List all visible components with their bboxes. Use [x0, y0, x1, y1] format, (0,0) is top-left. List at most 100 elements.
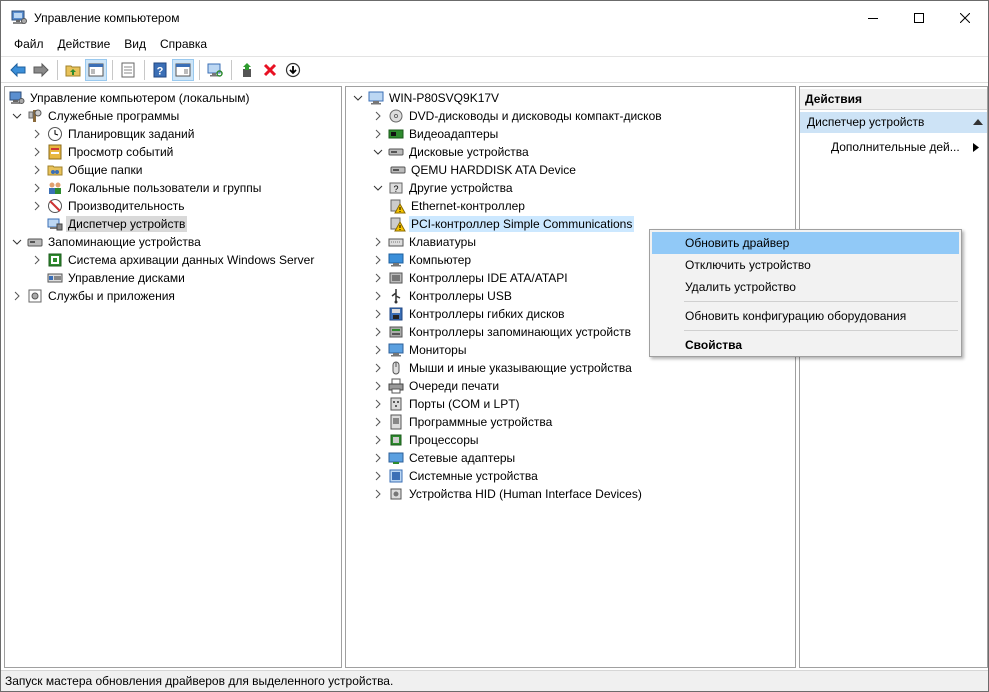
- forward-arrow-icon: [33, 62, 49, 77]
- device-item-network-adapter[interactable]: Сетевые адаптеры: [372, 449, 517, 467]
- device-tree-pane[interactable]: WIN-P80SVQ9K17V DVD-дисководы и дисковод…: [345, 86, 796, 668]
- tree-root[interactable]: Управление компьютером (локальным): [9, 89, 252, 107]
- expand-chevron-icon[interactable]: [31, 254, 43, 266]
- up-level-button[interactable]: [62, 59, 84, 81]
- device-item-storage-controller[interactable]: Контроллеры запоминающих устройств: [372, 323, 633, 341]
- expand-chevron-icon[interactable]: [372, 416, 384, 428]
- expand-chevron-icon[interactable]: [372, 470, 384, 482]
- expand-chevron-icon[interactable]: [11, 290, 23, 302]
- expand-chevron-icon[interactable]: [372, 326, 384, 338]
- collapse-chevron-icon[interactable]: [352, 92, 364, 104]
- device-item-software-device[interactable]: Программные устройства: [372, 413, 554, 431]
- show-hide-console-tree-button[interactable]: [85, 58, 107, 81]
- expand-chevron-icon[interactable]: [31, 164, 43, 176]
- expand-chevron-icon[interactable]: [372, 128, 384, 140]
- scan-hardware-menu-item[interactable]: Обновить конфигурацию оборудования: [652, 305, 959, 327]
- device-item-floppy-controller[interactable]: Контроллеры гибких дисков: [372, 305, 567, 323]
- device-context-menu: Обновить драйвер Отключить устройство Уд…: [649, 229, 962, 357]
- mouse-icon: [392, 361, 400, 375]
- expand-chevron-icon[interactable]: [372, 434, 384, 446]
- device-item-processor[interactable]: Процессоры: [372, 431, 481, 449]
- menu-view[interactable]: Вид: [117, 34, 153, 55]
- device-item-hid[interactable]: Устройства HID (Human Interface Devices): [372, 485, 644, 503]
- disable-device-menu-item[interactable]: Отключить устройство: [652, 254, 959, 276]
- collapse-chevron-icon[interactable]: [372, 146, 384, 158]
- device-item-usb[interactable]: Контроллеры USB: [372, 287, 514, 305]
- device-item-computer[interactable]: Компьютер: [372, 251, 473, 269]
- menu-file[interactable]: Файл: [7, 34, 51, 55]
- tree-item-storage[interactable]: Запоминающие устройства: [11, 233, 203, 251]
- uninstall-device-menu-item[interactable]: Удалить устройство: [652, 276, 959, 298]
- tree-item-performance[interactable]: Производительность: [31, 197, 186, 215]
- update-driver-button[interactable]: [236, 59, 258, 81]
- expand-chevron-icon[interactable]: [372, 380, 384, 392]
- expand-chevron-icon[interactable]: [31, 182, 43, 194]
- expand-chevron-icon[interactable]: [372, 488, 384, 500]
- expand-chevron-icon[interactable]: [31, 200, 43, 212]
- show-hide-action-pane-button[interactable]: [172, 58, 194, 81]
- device-item-ide-controller[interactable]: Контроллеры IDE ATA/ATAPI: [372, 269, 570, 287]
- device-item-warning-device[interactable]: PCI-контроллер Simple Communications: [390, 215, 635, 233]
- help-button[interactable]: ?: [149, 59, 171, 81]
- processor-icon: [390, 434, 402, 446]
- expand-chevron-icon[interactable]: [31, 146, 43, 158]
- device-item-mouse[interactable]: Мыши и иные указывающие устройства: [372, 359, 634, 377]
- close-button[interactable]: [942, 1, 988, 34]
- collapse-chevron-icon[interactable]: [11, 110, 23, 122]
- more-actions-item[interactable]: Дополнительные дей...: [831, 139, 960, 155]
- tree-item-shared-folders[interactable]: Общие папки: [31, 161, 144, 179]
- expand-chevron-icon[interactable]: [372, 452, 384, 464]
- hid-icon: [390, 488, 402, 500]
- tree-item-event-viewer[interactable]: Просмотр событий: [31, 143, 175, 161]
- update-driver-menu-item[interactable]: Обновить драйвер: [652, 232, 959, 254]
- expand-chevron-icon[interactable]: [372, 344, 384, 356]
- scan-hardware-button[interactable]: [204, 59, 226, 81]
- expand-chevron-icon[interactable]: [372, 236, 384, 248]
- tree-item-system-tools[interactable]: Служебные программы: [11, 107, 181, 125]
- expand-chevron-icon[interactable]: [372, 398, 384, 410]
- title-bar[interactable]: Управление компьютером: [1, 1, 988, 34]
- device-item-warning-device[interactable]: Ethernet-контроллер: [390, 197, 527, 215]
- expand-chevron-icon[interactable]: [372, 290, 384, 302]
- device-item-keyboard[interactable]: Клавиатуры: [372, 233, 478, 251]
- device-item-unknown-device[interactable]: ? Другие устройства: [372, 179, 515, 197]
- device-item-printer[interactable]: Очереди печати: [372, 377, 501, 395]
- collapse-up-arrow-icon[interactable]: [973, 118, 983, 126]
- tree-item-disk-management[interactable]: Управление дисками: [31, 269, 187, 287]
- device-item-system-device[interactable]: Системные устройства: [372, 467, 540, 485]
- tree-item-task-scheduler[interactable]: Планировщик заданий: [31, 125, 196, 143]
- export-list-button[interactable]: [117, 59, 139, 81]
- expand-chevron-icon[interactable]: [372, 362, 384, 374]
- tree-item-services-apps[interactable]: Службы и приложения: [11, 287, 177, 305]
- tree-item-device-manager[interactable]: Диспетчер устройств: [31, 215, 188, 233]
- device-item-display-adapter[interactable]: Видеоадаптеры: [372, 125, 500, 143]
- console-tree-pane[interactable]: Управление компьютером (локальным) Служе…: [4, 86, 342, 668]
- no-chevron-spacer: [31, 218, 43, 230]
- disable-device-button[interactable]: [282, 59, 304, 81]
- expand-chevron-icon[interactable]: [372, 110, 384, 122]
- minimize-button[interactable]: [850, 1, 896, 34]
- tree-item-local-users[interactable]: Локальные пользователи и группы: [31, 179, 263, 197]
- expand-chevron-icon[interactable]: [372, 272, 384, 284]
- tree-item-windows-server-backup[interactable]: Система архивации данных Windows Server: [31, 251, 316, 269]
- collapse-chevron-icon[interactable]: [11, 236, 23, 248]
- uninstall-device-button[interactable]: [259, 59, 281, 81]
- device-item-port[interactable]: Порты (COM и LPT): [372, 395, 522, 413]
- maximize-button[interactable]: [896, 1, 942, 34]
- collapse-chevron-icon[interactable]: [372, 182, 384, 194]
- forward-button[interactable]: [30, 59, 52, 81]
- device-item-dvd[interactable]: DVD-дисководы и дисководы компакт-дисков: [372, 107, 664, 125]
- device-item-disk-drive[interactable]: QEMU HARDDISK ATA Device: [390, 161, 578, 179]
- toolbar-separator: [144, 59, 145, 80]
- device-tree-root[interactable]: WIN-P80SVQ9K17V: [352, 89, 501, 107]
- actions-section-device-manager[interactable]: Диспетчер устройств: [800, 112, 987, 133]
- expand-chevron-icon[interactable]: [372, 308, 384, 320]
- expand-chevron-icon[interactable]: [372, 254, 384, 266]
- expand-chevron-icon[interactable]: [31, 128, 43, 140]
- menu-help[interactable]: Справка: [153, 34, 214, 55]
- device-item-monitor[interactable]: Мониторы: [372, 341, 468, 359]
- back-button[interactable]: [7, 59, 29, 81]
- device-item-disk-drive[interactable]: Дисковые устройства: [372, 143, 531, 161]
- properties-menu-item[interactable]: Свойства: [652, 334, 959, 356]
- menu-action[interactable]: Действие: [51, 34, 118, 55]
